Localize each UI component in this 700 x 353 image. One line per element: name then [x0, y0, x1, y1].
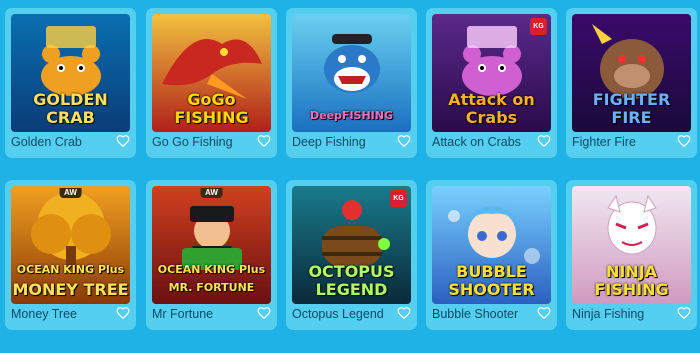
- favorite-heart-icon[interactable]: [397, 134, 411, 148]
- game-logo-text: FISHING: [174, 108, 249, 127]
- game-logo-text: OCEAN KING Plus: [157, 263, 266, 276]
- game-title: Go Go Fishing: [152, 135, 233, 149]
- game-logo-text: BUBBLE: [456, 262, 527, 281]
- provider-logo: KG: [530, 18, 547, 35]
- game-card[interactable]: GoGo FISHING Go Go Fishing: [146, 8, 277, 158]
- game-card[interactable]: OCTOPUS LEGEND KG Octopus Legend: [286, 180, 417, 330]
- favorite-heart-icon[interactable]: [116, 134, 130, 148]
- favorite-heart-icon[interactable]: [537, 134, 551, 148]
- favorite-heart-icon[interactable]: [116, 306, 130, 320]
- favorite-heart-icon[interactable]: [677, 134, 691, 148]
- game-thumbnail[interactable]: OCEAN KING Plus MONEY TREE AW: [11, 186, 130, 304]
- game-logo-text: Crabs: [465, 108, 518, 127]
- game-logo-text: MR. FORTUNE: [168, 281, 255, 294]
- game-title: Money Tree: [11, 307, 78, 321]
- game-grid: GOLDEN CRAB Golden Crab GoGo FISHING Go Go…: [0, 0, 700, 353]
- game-logo-text: FIGHTER: [592, 90, 671, 109]
- game-card[interactable]: OCEAN KING Plus MR. FORTUNE AW Mr Fortune: [146, 180, 277, 330]
- game-card[interactable]: OCEAN KING Plus MONEY TREE AW Money Tree: [5, 180, 136, 330]
- game-thumbnail[interactable]: OCEAN KING Plus MR. FORTUNE AW: [152, 186, 271, 304]
- game-logo-text: CRAB: [46, 108, 95, 127]
- game-title: Ninja Fishing: [572, 307, 645, 321]
- game-thumbnail[interactable]: DeepFISHING: [292, 14, 411, 132]
- game-logo-text: DeepFISHING: [310, 109, 393, 122]
- game-card[interactable]: DeepFISHING Deep Fishing: [286, 8, 417, 158]
- favorite-heart-icon[interactable]: [257, 134, 271, 148]
- game-title: Golden Crab: [11, 135, 82, 149]
- game-logo-text: SHOOTER: [448, 280, 535, 299]
- game-card[interactable]: GOLDEN CRAB Golden Crab: [5, 8, 136, 158]
- favorite-heart-icon[interactable]: [397, 306, 411, 320]
- game-thumbnail[interactable]: GoGo FISHING: [152, 14, 271, 132]
- game-logo-text: FIRE: [611, 108, 652, 127]
- game-title: Bubble Shooter: [432, 307, 519, 321]
- favorite-heart-icon[interactable]: [537, 306, 551, 320]
- provider-badge: AW: [200, 188, 223, 198]
- game-logo-text: LEGEND: [315, 280, 388, 299]
- game-title: Octopus Legend: [292, 307, 384, 321]
- favorite-heart-icon[interactable]: [257, 306, 271, 320]
- game-card[interactable]: FIGHTER FIRE Fighter Fire: [566, 8, 697, 158]
- game-title: Fighter Fire: [572, 135, 636, 149]
- game-thumbnail[interactable]: Attack on Crabs KG: [432, 14, 551, 132]
- game-thumbnail[interactable]: BUBBLE SHOOTER: [432, 186, 551, 304]
- game-logo-text: FISHING: [594, 280, 669, 299]
- game-card[interactable]: BUBBLE SHOOTER Bubble Shooter: [426, 180, 557, 330]
- game-logo-text: MONEY TREE: [12, 280, 129, 299]
- game-title: Attack on Crabs: [432, 135, 521, 149]
- game-logo-text: GOLDEN: [33, 90, 108, 109]
- favorite-heart-icon[interactable]: [677, 306, 691, 320]
- game-card[interactable]: Attack on Crabs KG Attack on Crabs: [426, 8, 557, 158]
- game-logo-text: OCTOPUS: [308, 262, 395, 281]
- game-logo-text: NINJA: [605, 262, 658, 281]
- game-thumbnail[interactable]: GOLDEN CRAB: [11, 14, 130, 132]
- game-logo-text: OCEAN KING Plus: [16, 263, 125, 276]
- game-thumbnail[interactable]: OCTOPUS LEGEND KG: [292, 186, 411, 304]
- game-thumbnail[interactable]: NINJA FISHING: [572, 186, 691, 304]
- game-title: Deep Fishing: [292, 135, 366, 149]
- provider-badge: AW: [59, 188, 82, 198]
- game-logo-text: Attack on: [448, 90, 535, 109]
- game-logo-text: GoGo: [187, 90, 236, 109]
- provider-logo: KG: [390, 190, 407, 207]
- game-card[interactable]: NINJA FISHING Ninja Fishing: [566, 180, 697, 330]
- game-thumbnail[interactable]: FIGHTER FIRE: [572, 14, 691, 132]
- game-title: Mr Fortune: [152, 307, 214, 321]
